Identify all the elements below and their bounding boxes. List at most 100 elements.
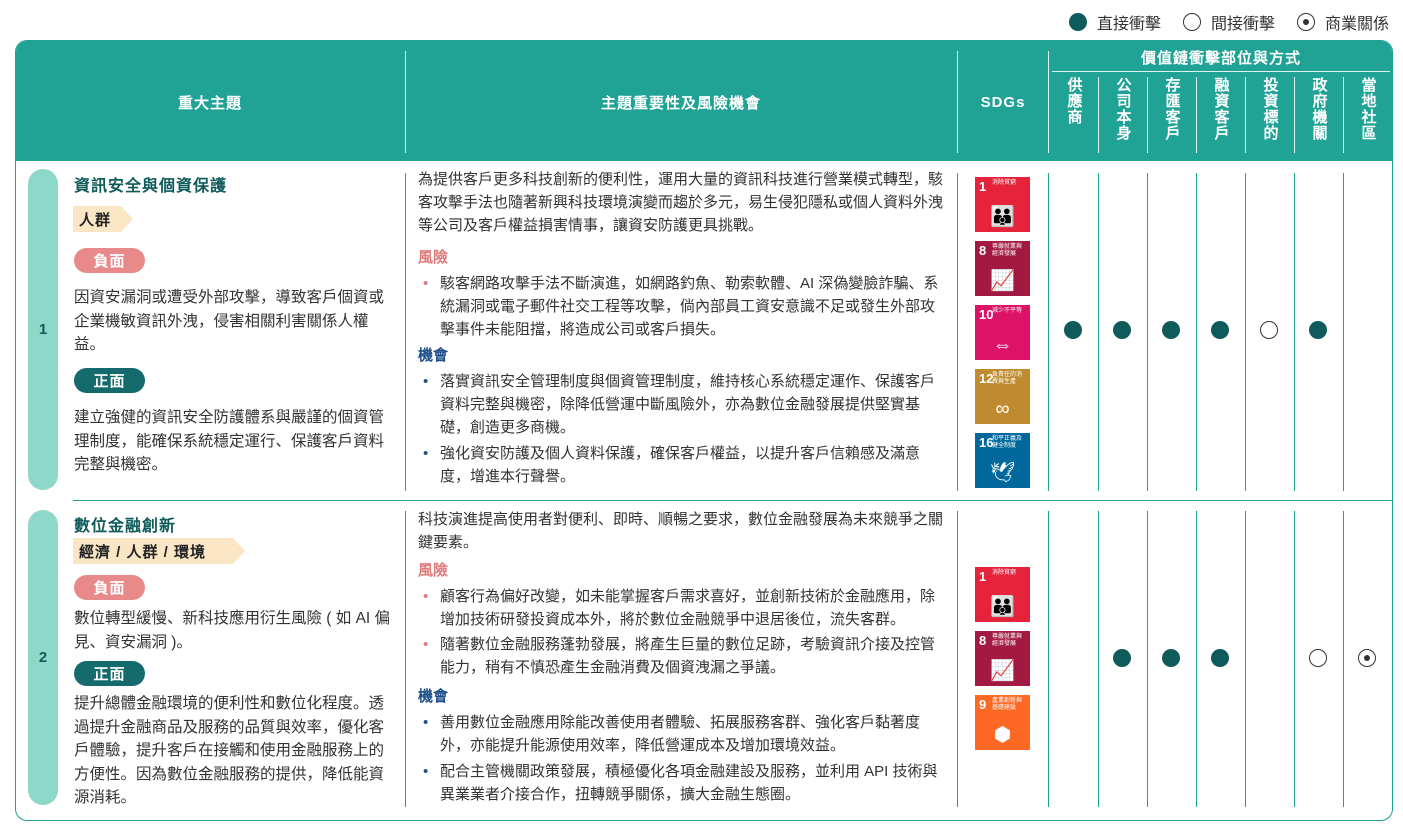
column-divider [1343, 511, 1344, 807]
indirect-impact-marker [1309, 649, 1327, 667]
infinity-icon: ∞ [995, 398, 1010, 420]
negative-badge: 負面 [74, 248, 145, 273]
topic-intro: 為提供客戶更多科技創新的便利性，運用大量的資訊科技進行營業模式轉型，駭客攻擊手法… [418, 171, 944, 234]
risk-item-text: 隨著數位金融服務蓬勃發展，將產生巨量的數位足跡，考驗資訊介接及控管能力，稍有不慎… [440, 636, 936, 676]
sdg-goal-16-tile: 16 和平正義及健全制度 🕊 [975, 433, 1030, 488]
sdg-label: 消除貧窮 [992, 570, 1017, 576]
sdg-number: 9 [979, 697, 987, 712]
opportunity-heading: 機會 [418, 347, 449, 364]
sdg-goal-8-tile: 8 尊嚴就業與經濟發展 📈 [975, 241, 1030, 296]
direct-impact-marker [1162, 649, 1180, 667]
sdg-number: 8 [979, 243, 987, 258]
filled-circle-icon [1068, 13, 1087, 31]
header-company: 公司本身 [1114, 77, 1132, 141]
sdg-label: 尊嚴就業與經濟發展 [992, 244, 1023, 257]
negative-description: 數位轉型緩慢、新科技應用衍生風險 ( 如 AI 偏見、資安漏洞 )。 [74, 610, 391, 651]
direct-impact-marker [1162, 321, 1180, 339]
sdg-goal-12-tile: 12 負責任的消費與生產 ∞ [975, 369, 1030, 424]
equality-icon: ⇔ [992, 334, 1013, 356]
risk-heading: 風險 [418, 562, 449, 579]
sdg-number: 1 [979, 179, 987, 194]
sdg-goal-10-tile: 10 減少不平等 ⇔ [975, 305, 1030, 360]
positive-badge: 正面 [74, 368, 145, 393]
opportunity-item: • 善用數位金融應用除能改善使用者體驗、拓展服務客群、強化客戶黏著度外，亦能提升能… [418, 711, 948, 757]
column-divider [1196, 511, 1197, 807]
legend-indirect-label: 間接衝擊 [1210, 16, 1275, 33]
direct-impact-marker [1113, 321, 1131, 339]
header-importance: 主題重要性及風險機會 [600, 94, 761, 112]
sdg-number: 1 [979, 569, 987, 584]
positive-description: 提升總體金融環境的便利性和數位化程度。透過提升金融商品及服務的品質與效率，優化客… [74, 695, 385, 806]
column-divider [405, 173, 406, 491]
sdg-label: 尊嚴就業與經濟發展 [992, 634, 1023, 647]
column-divider [957, 173, 958, 491]
bullet-icon: • [423, 714, 429, 731]
legend-direct: 直接衝擊 [1068, 10, 1161, 34]
column-divider [957, 511, 958, 807]
family-icon: 👪 [990, 596, 1015, 618]
column-divider [1048, 511, 1049, 807]
risk-item-text: 駭客網路攻擊手法不斷演進，如網路釣魚、勒索軟體、AI 深偽變臉詐騙、系統漏洞或電… [440, 275, 939, 338]
topic-title: 數位金融創新 [74, 518, 177, 535]
header-supplier: 供應商 [1065, 77, 1083, 125]
opportunity-item-text: 善用數位金融應用除能改善使用者體驗、拓展服務客群、強化客戶黏著度外，亦能提升能源… [440, 714, 921, 754]
bullet-icon: • [423, 588, 429, 605]
indirect-impact-marker [1260, 321, 1278, 339]
column-divider [1098, 173, 1099, 491]
column-divider [1245, 173, 1246, 491]
sdg-label: 產業創新與基礎建設 [992, 698, 1023, 711]
sdg-goal-1-tile: 1 消除貧窮 👪 [975, 177, 1030, 232]
topic-intro: 科技演進提高使用者對便利、即時、順暢之要求，數位金融發展為未來競爭之關鍵要素。 [418, 511, 944, 551]
opportunity-item-text: 配合主管機關政策發展，積極優化各項金融建設及服務，並利用 API 技術與異業業者… [440, 763, 938, 803]
opportunity-heading: 機會 [418, 688, 449, 705]
header-government: 政府機關 [1310, 77, 1328, 141]
material-topics-table: 重大主題 主題重要性及風險機會 SDGs 價值鏈衝擊部位與方式 供應商 公司本身… [15, 40, 1393, 821]
column-divider [1294, 173, 1295, 491]
dove-icon: 🕊 [989, 462, 1016, 484]
business-impact-marker [1358, 649, 1376, 667]
dotted-circle-icon [1296, 13, 1315, 31]
opportunity-item: • 強化資安防護及個人資料保護，確保客戶權益，以提升客戶信賴感及滿意度，增進本行聲… [418, 442, 948, 488]
bullet-icon: • [423, 763, 429, 780]
direct-impact-marker [1064, 321, 1082, 339]
cubes-icon: ⬢ [993, 724, 1012, 746]
direct-impact-marker [1211, 649, 1229, 667]
positive-badge: 正面 [74, 661, 145, 686]
hollow-circle-icon [1182, 13, 1201, 31]
row-separator [73, 500, 1392, 501]
direct-impact-marker [1113, 649, 1131, 667]
column-divider [1294, 511, 1295, 807]
direct-impact-marker [1309, 321, 1327, 339]
header-community: 當地社區 [1359, 77, 1377, 141]
sdg-goal-1-tile: 1 消除貧窮 👪 [975, 567, 1030, 622]
bullet-icon: • [423, 373, 429, 390]
opportunity-item-text: 強化資安防護及個人資料保護，確保客戶權益，以提升客戶信賴感及滿意度，增進本行聲譽… [440, 445, 921, 485]
legend-business-label: 商業關係 [1324, 16, 1389, 33]
sdg-label: 消除貧窮 [992, 180, 1017, 186]
header-sdgs: SDGs [980, 93, 1026, 111]
header-divider [1052, 71, 1390, 72]
header-loan-clients: 融資客戶 [1212, 77, 1230, 141]
positive-description: 建立強健的資訊安全防護體系與嚴謹的個資管理制度，能確保系統穩定運行、保護客戶資料… [74, 409, 385, 473]
direct-impact-marker [1211, 321, 1229, 339]
opportunity-item-text: 落實資訊安全管理制度與個資管理制度，維持核心系統穩定運作、保護客戶資料完整與機密… [440, 373, 936, 436]
sdg-number: 8 [979, 633, 987, 648]
topic-tag: 經濟 / 人群 / 環境 [73, 538, 245, 564]
legend-indirect: 間接衝擊 [1182, 10, 1275, 34]
topic-number: 2 [28, 510, 58, 805]
opportunity-item: • 配合主管機關政策發展，積極優化各項金融建設及服務，並利用 API 技術與異業業… [418, 760, 948, 806]
header-deposit-clients: 存匯客戶 [1163, 77, 1181, 141]
column-divider [1098, 511, 1099, 807]
sdg-goal-8-tile: 8 尊嚴就業與經濟發展 📈 [975, 631, 1030, 686]
legend: 直接衝擊 間接衝擊 商業關係 [1068, 10, 1389, 34]
column-divider [1147, 173, 1148, 491]
header-impact-group: 價值鏈衝擊部位與方式 [1140, 50, 1301, 67]
growth-chart-icon: 📈 [990, 660, 1015, 682]
risk-item: • 顧客行為偏好改變，如未能掌握客戶需求喜好，並創新技術於金融應用，除增加技術研發… [418, 585, 948, 631]
topic-title: 資訊安全與個資保護 [74, 178, 228, 195]
risk-item: • 隨著數位金融服務蓬勃發展，將產生巨量的數位足跡，考驗資訊介接及控管能力，稍有不… [418, 633, 948, 679]
column-divider [1245, 511, 1246, 807]
column-divider [1048, 173, 1049, 491]
risk-heading: 風險 [418, 249, 449, 266]
column-divider [405, 511, 406, 807]
